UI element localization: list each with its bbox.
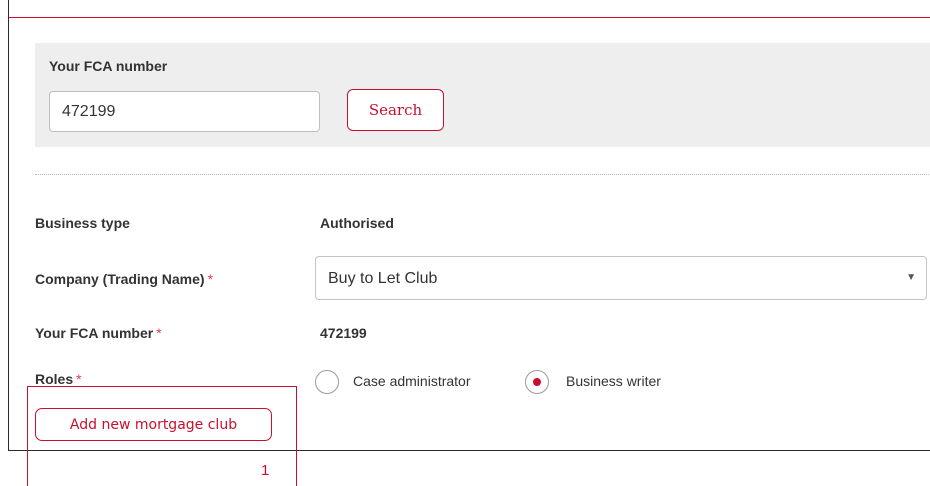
section-divider	[35, 174, 930, 175]
required-marker: *	[207, 271, 214, 287]
business-type-value: Authorised	[320, 215, 394, 231]
top-rule	[9, 17, 930, 18]
role-case-administrator-label[interactable]: Case administrator	[353, 373, 471, 389]
company-select-value: Buy to Let Club	[328, 270, 438, 287]
search-button[interactable]: Search	[347, 89, 444, 131]
role-case-administrator-radio[interactable]	[315, 370, 339, 394]
company-label: Company (Trading Name) *	[35, 271, 213, 287]
fca-number-label-text: Your FCA number	[35, 325, 154, 341]
fca-number-input[interactable]	[49, 91, 320, 132]
required-marker: *	[156, 325, 162, 341]
caret-down-icon: ▼	[906, 272, 916, 283]
role-business-writer-label[interactable]: Business writer	[566, 373, 661, 389]
business-type-label: Business type	[35, 215, 130, 231]
form-frame: Your FCA number Search Business type Aut…	[8, 0, 930, 451]
roles-label-text: Roles	[35, 371, 74, 387]
role-business-writer-radio[interactable]	[525, 370, 549, 394]
fca-search-panel: Your FCA number Search	[35, 43, 930, 147]
annotation-number: 1	[261, 462, 270, 479]
required-marker: *	[76, 371, 82, 387]
fca-search-label: Your FCA number	[49, 58, 168, 74]
company-label-text: Company (Trading Name)	[35, 271, 205, 287]
fca-number-value: 472199	[320, 325, 367, 341]
add-mortgage-club-button[interactable]: Add new mortgage club	[35, 408, 272, 441]
roles-label: Roles *	[35, 371, 82, 387]
company-select[interactable]: Buy to Let Club ▼	[315, 256, 927, 300]
fca-number-label: Your FCA number *	[35, 325, 162, 341]
